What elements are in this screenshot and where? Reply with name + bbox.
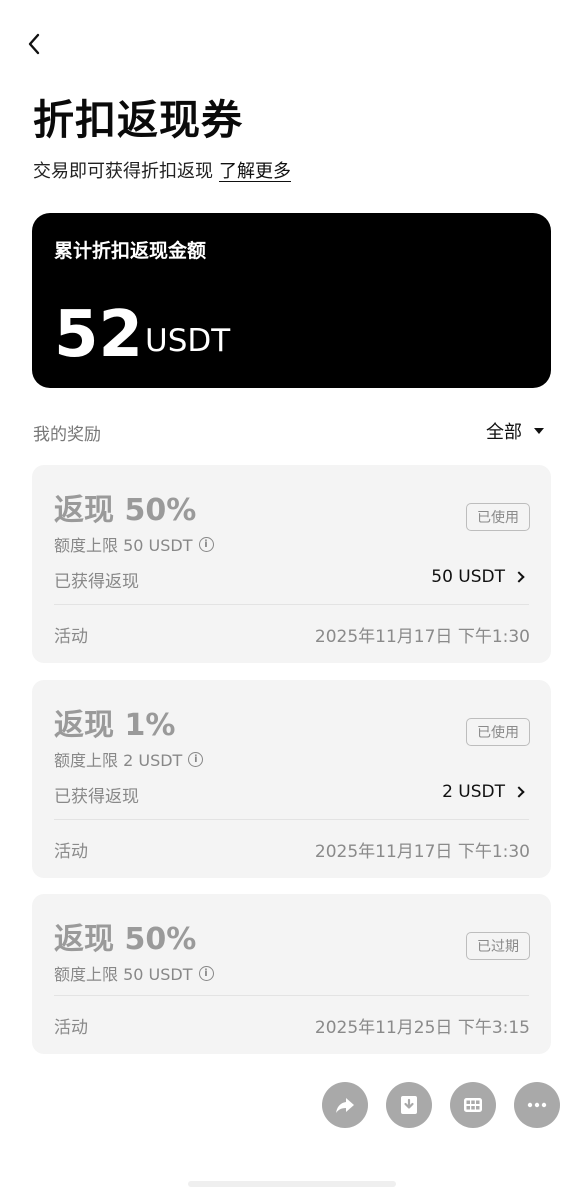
grid-icon (464, 1098, 482, 1112)
status-badge: 已使用 (466, 503, 530, 531)
reward-card: 返现 50% 额度上限 50 USDT i 已过期 活动 2025年11月25日… (32, 894, 551, 1054)
page: 折扣返现券 交易即可获得折扣返现 了解更多 累计折扣返现金额 52 USDT 我的… (0, 0, 583, 1200)
subtitle-text: 交易即可获得折扣返现 (33, 161, 213, 182)
reward-card: 返现 50% 额度上限 50 USDT i 已使用 已获得返现 50 USDT … (32, 465, 551, 663)
activity-label: 活动 (54, 627, 88, 647)
reward-title: 返现 1% (54, 708, 176, 743)
earned-label: 已获得返现 (54, 787, 139, 807)
grid-button[interactable] (450, 1082, 496, 1128)
reward-limit: 额度上限 50 USDT i (54, 532, 214, 556)
chevron-left-icon (28, 33, 40, 55)
summary-unit: USDT (145, 323, 231, 359)
earned-value-link[interactable]: 50 USDT (431, 567, 527, 587)
reward-date: 2025年11月25日 下午3:15 (314, 1018, 530, 1038)
reward-limit-text: 额度上限 50 USDT (54, 536, 193, 555)
page-subtitle: 交易即可获得折扣返现 了解更多 (33, 157, 291, 183)
share-icon (336, 1098, 354, 1113)
reward-title: 返现 50% (54, 922, 197, 957)
filter-value: 全部 (486, 422, 522, 443)
reward-limit-text: 额度上限 2 USDT (54, 751, 183, 770)
page-title: 折扣返现券 (33, 96, 243, 144)
chevron-right-icon (513, 786, 525, 798)
earned-value-link[interactable]: 2 USDT (442, 782, 527, 802)
back-button[interactable] (18, 28, 50, 60)
reward-limit: 额度上限 50 USDT i (54, 961, 214, 985)
learn-more-link[interactable]: 了解更多 (219, 161, 291, 182)
reward-limit-text: 额度上限 50 USDT (54, 965, 193, 984)
divider (54, 819, 529, 820)
reward-title: 返现 50% (54, 493, 197, 528)
activity-label: 活动 (54, 842, 88, 862)
reward-date: 2025年11月17日 下午1:30 (314, 627, 530, 647)
status-badge: 已使用 (466, 718, 530, 746)
summary-label: 累计折扣返现金额 (54, 240, 207, 262)
caret-down-icon (534, 428, 544, 434)
reward-limit: 额度上限 2 USDT i (54, 747, 204, 771)
more-button[interactable] (514, 1082, 560, 1128)
activity-label: 活动 (54, 1018, 88, 1038)
earned-value: 50 USDT (431, 567, 505, 587)
info-icon[interactable]: i (198, 536, 214, 552)
divider (54, 995, 529, 996)
rewards-filter-dropdown[interactable]: 全部 (486, 418, 544, 444)
info-icon[interactable]: i (188, 751, 204, 767)
chevron-right-icon (513, 571, 525, 583)
rewards-section-label: 我的奖励 (33, 425, 101, 445)
reward-date: 2025年11月17日 下午1:30 (314, 842, 530, 862)
summary-amount: 52 (54, 298, 144, 372)
reward-card: 返现 1% 额度上限 2 USDT i 已使用 已获得返现 2 USDT 活动 … (32, 680, 551, 878)
share-button[interactable] (322, 1082, 368, 1128)
home-indicator[interactable] (188, 1181, 396, 1187)
divider (54, 604, 529, 605)
more-icon (527, 1102, 547, 1108)
status-badge: 已过期 (466, 932, 530, 960)
earned-value: 2 USDT (442, 782, 505, 802)
earned-label: 已获得返现 (54, 572, 139, 592)
download-button[interactable] (386, 1082, 432, 1128)
download-icon (401, 1096, 417, 1114)
summary-card: 累计折扣返现金额 52 USDT (32, 213, 551, 388)
info-icon[interactable]: i (198, 965, 214, 981)
